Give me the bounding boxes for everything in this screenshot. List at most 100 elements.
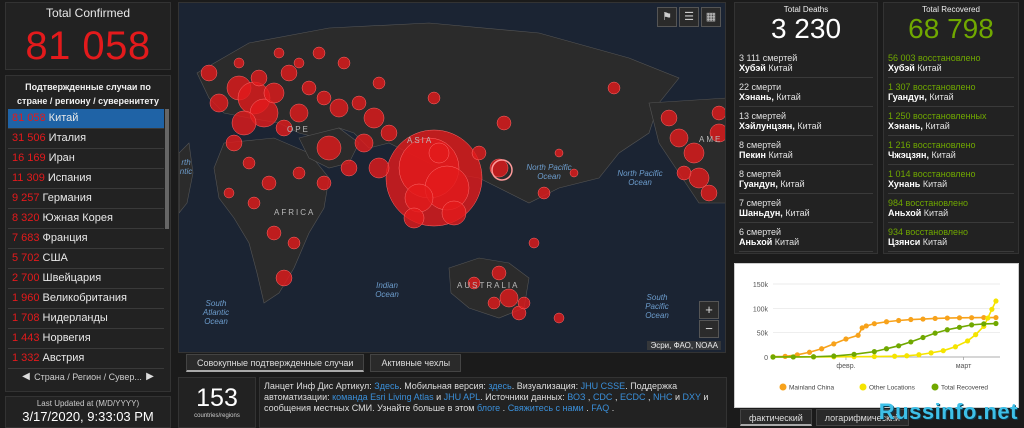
country-list-item[interactable]: 2 700 Швейцария <box>8 269 164 289</box>
case-bubble[interactable] <box>316 175 332 191</box>
case-bubble[interactable] <box>200 64 218 82</box>
case-bubble[interactable] <box>225 134 243 152</box>
deaths-list-item[interactable]: 3 111 смертей Хубэй Китай <box>739 49 873 78</box>
case-bubble[interactable] <box>247 196 261 210</box>
country-list-item[interactable]: 7 683 Франция <box>8 229 164 249</box>
info-link-ecdc[interactable]: ECDC <box>620 392 646 402</box>
info-link-jhu-csse[interactable]: JHU CSSE <box>581 381 626 391</box>
country-list-item[interactable]: 5 702 США <box>8 249 164 269</box>
case-bubble[interactable] <box>261 175 277 191</box>
case-bubble[interactable] <box>354 133 374 153</box>
case-bubble[interactable] <box>231 110 257 136</box>
case-bubble[interactable] <box>487 296 501 310</box>
case-bubble[interactable] <box>363 107 385 129</box>
country-list-scrollbar[interactable] <box>165 109 169 229</box>
case-bubble[interactable] <box>496 115 512 131</box>
case-bubble[interactable] <box>499 288 519 308</box>
country-list-item[interactable]: 8 320 Южная Корея <box>8 209 164 229</box>
case-bubble[interactable] <box>292 166 306 180</box>
info-link-jhu-apl[interactable]: JHU APL <box>444 392 481 402</box>
case-bubble[interactable] <box>441 200 467 226</box>
country-list-item[interactable]: 1 443 Норвегия <box>8 329 164 349</box>
list-icon[interactable]: ☰ <box>679 7 699 27</box>
deaths-list-item[interactable]: 7 смертей Шаньдун, Китай <box>739 194 873 223</box>
tab-cumulative-cases[interactable]: Совокупные подтвержденные случаи <box>186 354 365 372</box>
zoom-out-button[interactable]: − <box>699 320 719 338</box>
case-bubble[interactable] <box>275 269 293 287</box>
country-list-item[interactable]: 11 309 Испания <box>8 169 164 189</box>
case-bubble[interactable] <box>250 69 268 87</box>
country-list-item[interactable]: 31 506 Италия <box>8 129 164 149</box>
recovered-list-item[interactable]: 984 восстановлено Аньхой Китай <box>888 194 1014 223</box>
recovered-list-item[interactable]: 1 307 восстановлено Гуандун, Китай <box>888 78 1014 107</box>
case-bubble[interactable] <box>700 184 718 202</box>
case-bubble[interactable] <box>266 225 282 241</box>
pager-prev-icon[interactable]: ◀ <box>18 365 34 389</box>
case-bubble[interactable] <box>553 312 565 324</box>
case-bubble[interactable] <box>242 156 256 170</box>
case-bubble[interactable] <box>293 57 305 69</box>
recovered-list-item[interactable]: 1 014 восстановлено Хунань Китай <box>888 165 1014 194</box>
case-bubble[interactable] <box>403 207 425 229</box>
case-bubble[interactable] <box>368 157 390 179</box>
case-bubble[interactable] <box>537 186 551 200</box>
case-bubble[interactable] <box>491 265 507 281</box>
case-bubble[interactable] <box>528 237 540 249</box>
case-bubble[interactable] <box>209 93 229 113</box>
info-link-nhc[interactable]: NHC <box>653 392 673 402</box>
country-list-item[interactable]: 1 960 Великобритания <box>8 289 164 309</box>
case-bubble[interactable] <box>683 142 705 164</box>
deaths-list-item[interactable]: 22 смерти Хэнань, Китай <box>739 78 873 107</box>
pager-label[interactable]: Страна / Регион / Сувер... <box>34 372 142 382</box>
case-bubble[interactable] <box>676 165 692 181</box>
recovered-list-item[interactable]: 1 216 восстановлено Чжэцзян, Китай <box>888 136 1014 165</box>
info-link-cdc[interactable]: CDC <box>593 392 613 402</box>
case-bubble[interactable] <box>273 47 285 59</box>
recovered-list-item[interactable]: 1 250 восстановленных Хэнань, Китай <box>888 107 1014 136</box>
info-link-blog[interactable]: блоге <box>477 403 500 413</box>
case-bubble[interactable] <box>660 109 678 127</box>
case-bubble[interactable] <box>340 159 358 177</box>
world-map[interactable]: AFRICA ASIA AUSTRALIA OPE AME rth ntic N… <box>178 2 726 353</box>
case-bubble[interactable] <box>380 124 398 142</box>
deaths-list-item[interactable]: 8 смертей Пекин Китай <box>739 136 873 165</box>
case-bubble[interactable] <box>329 98 349 118</box>
bookmark-icon[interactable]: ⚑ <box>657 7 677 27</box>
case-bubble[interactable] <box>233 57 245 69</box>
case-bubble[interactable] <box>312 46 326 60</box>
info-link-dxy[interactable]: DXY <box>683 392 701 402</box>
country-list-item[interactable]: 81 058 Китай <box>8 109 164 129</box>
recovered-list-item[interactable]: 56 003 восстановлено Хубэй Китай <box>888 49 1014 78</box>
deaths-list-item[interactable]: 13 смертей Хэйлунцзян, Китай <box>739 107 873 136</box>
info-link-article[interactable]: Здесь <box>374 381 399 391</box>
country-list-item[interactable]: 9 257 Германия <box>8 189 164 209</box>
case-bubble[interactable] <box>287 236 301 250</box>
case-bubble[interactable] <box>316 90 332 106</box>
case-bubble[interactable] <box>427 91 441 105</box>
case-bubble[interactable] <box>471 145 487 161</box>
info-link-who[interactable]: ВОЗ <box>567 392 585 402</box>
info-link-esri[interactable]: команда Esri Living Atlas <box>332 392 434 402</box>
deaths-list-item[interactable]: 6 смертей Аньхой Китай <box>739 223 873 252</box>
case-bubble[interactable] <box>669 128 689 148</box>
case-bubble[interactable] <box>301 80 317 96</box>
case-bubble[interactable] <box>607 81 621 95</box>
info-link-mobile[interactable]: здесь <box>488 381 511 391</box>
zoom-in-button[interactable]: + <box>699 301 719 319</box>
case-bubble[interactable] <box>372 76 386 90</box>
pager-next-icon[interactable]: ▶ <box>142 365 158 389</box>
case-bubble[interactable] <box>517 296 531 310</box>
case-bubble[interactable] <box>316 135 342 161</box>
case-bubble[interactable] <box>554 148 564 158</box>
case-bubble[interactable] <box>263 82 285 104</box>
case-bubble[interactable] <box>280 64 298 82</box>
tab-active-cases[interactable]: Активные чехлы <box>370 354 462 372</box>
case-bubble[interactable] <box>688 167 710 189</box>
recovered-list-item[interactable]: 934 восстановлено Цзянси Китай <box>888 223 1014 252</box>
info-link-faq[interactable]: FAQ <box>591 403 609 413</box>
case-bubble[interactable] <box>289 103 309 123</box>
deaths-list-item[interactable]: 8 смертей Гуандун, Китай <box>739 165 873 194</box>
case-bubble[interactable] <box>223 187 235 199</box>
case-bubble[interactable] <box>351 95 367 111</box>
info-link-contact[interactable]: Свяжитесь с нами <box>508 403 584 413</box>
